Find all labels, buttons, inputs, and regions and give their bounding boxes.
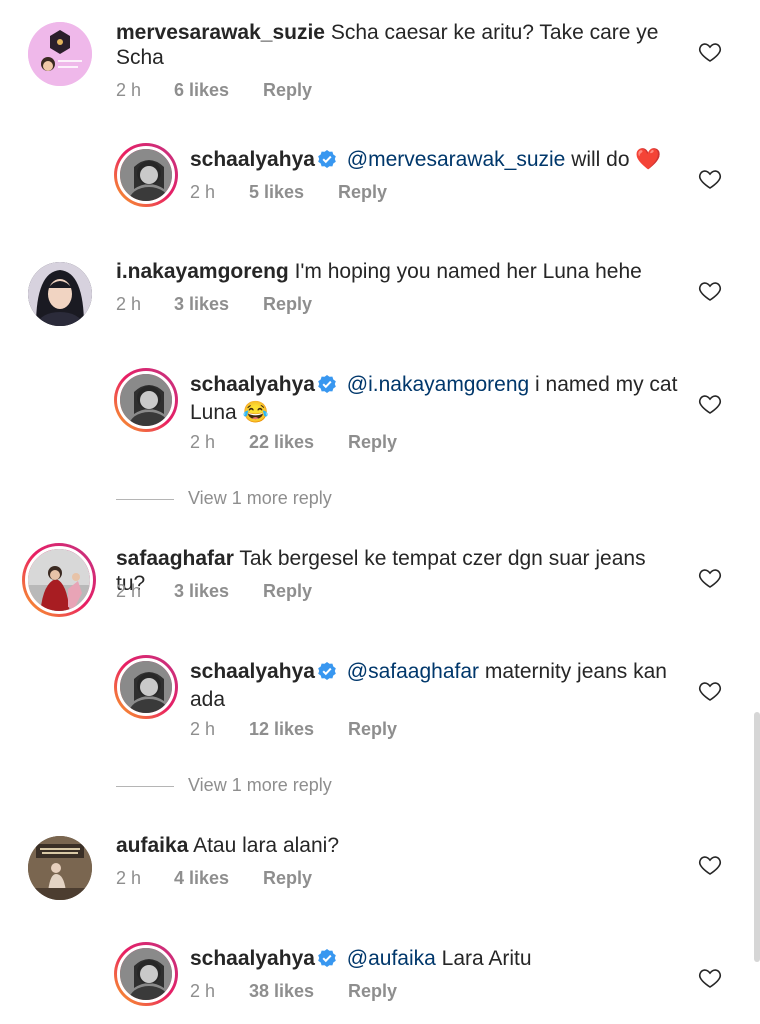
heart-icon[interactable]	[698, 392, 722, 416]
heart-icon[interactable]	[698, 853, 722, 877]
comment-time: 2 h	[190, 719, 216, 739]
comment-mention[interactable]: @aufaika	[347, 947, 436, 970]
comment-time: 2 h	[190, 432, 216, 452]
reply-button[interactable]: Reply	[338, 182, 387, 203]
verified-badge-icon	[317, 149, 337, 175]
comment-time: 2 h	[116, 581, 142, 601]
avatar[interactable]	[114, 368, 178, 432]
comment-body: schaalyahya @aufaika Lara Aritu	[190, 946, 680, 974]
comment-body: mervesarawak_suzie Scha caesar ke aritu?…	[116, 20, 680, 70]
reply-button[interactable]: Reply	[263, 868, 312, 889]
view-more-label[interactable]: View 1 more reply	[188, 488, 332, 508]
comment-username[interactable]: i.nakayamgoreng	[116, 260, 289, 283]
comment-username[interactable]: schaalyahya	[190, 947, 315, 970]
comment-username[interactable]: safaaghafar	[116, 547, 234, 570]
verified-badge-icon	[317, 374, 337, 400]
reply-button[interactable]: Reply	[263, 80, 312, 101]
verified-badge-icon	[317, 948, 337, 974]
avatar[interactable]	[114, 143, 178, 207]
comment-time: 2 h	[116, 868, 142, 888]
view-more-replies[interactable]: View 1 more reply	[116, 488, 332, 509]
comment-likes[interactable]: 4 likes	[174, 868, 229, 889]
comment-body: i.nakayamgoreng I'm hoping you named her…	[116, 259, 680, 284]
comment-time: 2 h	[116, 80, 142, 100]
heart-icon[interactable]	[698, 279, 722, 303]
verified-badge-icon	[317, 661, 337, 687]
heart-icon[interactable]	[698, 966, 722, 990]
comment-likes[interactable]: 12 likes	[249, 719, 314, 740]
comment-body: schaalyahya @safaaghafar maternity jeans…	[190, 659, 680, 712]
comment-likes[interactable]: 3 likes	[174, 581, 229, 602]
comment-time: 2 h	[190, 182, 216, 202]
comment-mention[interactable]: @mervesarawak_suzie	[347, 148, 566, 171]
comment-likes[interactable]: 38 likes	[249, 981, 314, 1002]
comment-text: I'm hoping you named her Luna hehe	[294, 260, 642, 283]
avatar[interactable]	[114, 942, 178, 1006]
heart-icon[interactable]	[698, 40, 722, 64]
reply-button[interactable]: Reply	[348, 719, 397, 740]
heart-icon[interactable]	[698, 167, 722, 191]
view-more-replies[interactable]: View 1 more reply	[116, 775, 332, 796]
reply-button[interactable]: Reply	[348, 432, 397, 453]
comment-text: will do	[571, 148, 630, 171]
comment-username[interactable]: schaalyahya	[190, 148, 315, 171]
comment-likes[interactable]: 3 likes	[174, 294, 229, 315]
avatar[interactable]	[28, 262, 92, 326]
comment-mention[interactable]: @safaaghafar	[347, 660, 479, 683]
comment-time: 2 h	[190, 981, 216, 1001]
comment-username[interactable]: schaalyahya	[190, 373, 315, 396]
view-more-label[interactable]: View 1 more reply	[188, 775, 332, 795]
comment-likes[interactable]: 6 likes	[174, 80, 229, 101]
avatar[interactable]	[28, 836, 92, 900]
comment-username[interactable]: aufaika	[116, 834, 188, 857]
comment-body: schaalyahya @i.nakayamgoreng i named my …	[190, 372, 680, 425]
avatar[interactable]	[22, 543, 96, 617]
comment-time: 2 h	[116, 294, 142, 314]
divider-line	[116, 785, 174, 787]
comment-body: aufaika Atau lara alani?	[116, 833, 680, 858]
comment-emoji: 😂	[242, 401, 269, 424]
reply-button[interactable]: Reply	[348, 981, 397, 1002]
scrollbar[interactable]	[754, 712, 760, 962]
comment-mention[interactable]: @i.nakayamgoreng	[347, 373, 529, 396]
reply-button[interactable]: Reply	[263, 581, 312, 602]
heart-icon[interactable]	[698, 566, 722, 590]
comment-text: Atau lara alani?	[193, 834, 339, 857]
comment-username[interactable]: schaalyahya	[190, 660, 315, 683]
comment-emoji: ❤️	[635, 148, 662, 171]
reply-button[interactable]: Reply	[263, 294, 312, 315]
comment-likes[interactable]: 5 likes	[249, 182, 304, 203]
comment-text: Lara Aritu	[441, 947, 532, 970]
divider-line	[116, 498, 174, 500]
heart-icon[interactable]	[698, 679, 722, 703]
avatar[interactable]	[114, 655, 178, 719]
comment-body: schaalyahya @mervesarawak_suzie will do …	[190, 147, 680, 175]
avatar[interactable]	[28, 22, 92, 86]
comment-username[interactable]: mervesarawak_suzie	[116, 21, 325, 44]
comment-likes[interactable]: 22 likes	[249, 432, 314, 453]
